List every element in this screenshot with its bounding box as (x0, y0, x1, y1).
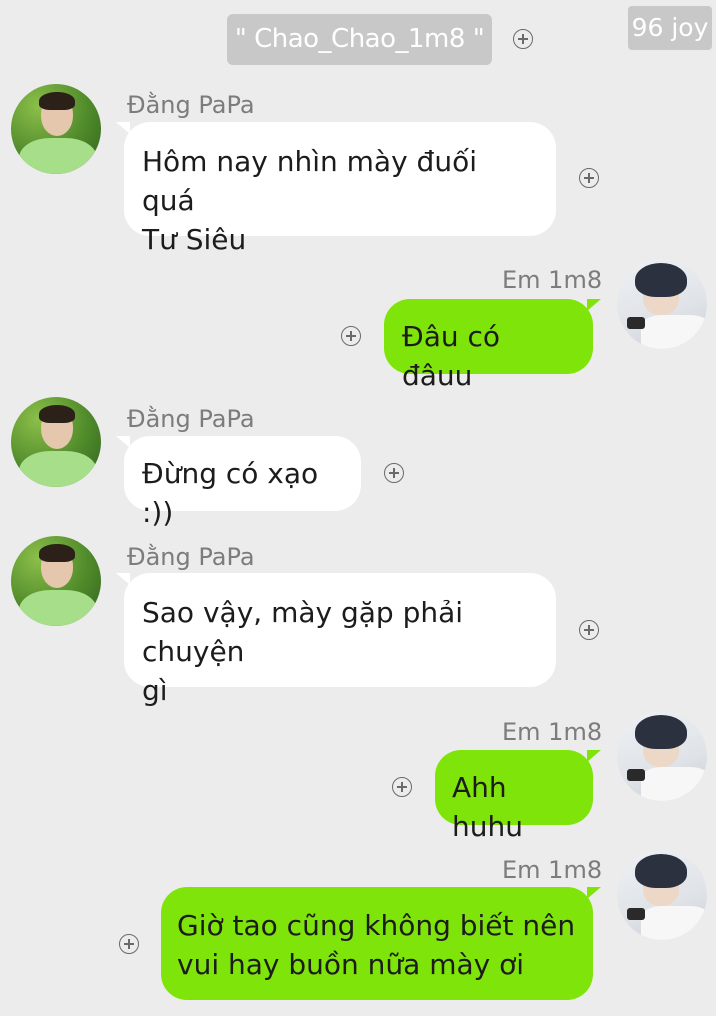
avatar[interactable] (617, 711, 707, 801)
message-line: Đừng có xạo :)) (142, 457, 319, 529)
sender-name: Đằng PaPa (127, 91, 255, 119)
message-line: gì (142, 674, 168, 707)
message-bubble[interactable]: Sao vậy, mày gặp phải chuyện gì (116, 573, 556, 707)
sender-name: Đằng PaPa (127, 405, 255, 433)
plus-circle-icon[interactable] (513, 29, 533, 49)
avatar[interactable] (11, 397, 101, 487)
avatar[interactable] (11, 536, 101, 626)
avatar[interactable] (617, 259, 707, 349)
sender-name: Em 1m8 (502, 266, 603, 294)
plus-circle-icon[interactable] (392, 777, 412, 797)
message-line: Sao vậy, mày gặp phải chuyện (142, 596, 464, 668)
message-line: Ahh huhu (452, 771, 523, 843)
message-bubble[interactable]: Ahh huhu (435, 750, 601, 843)
plus-circle-icon[interactable] (119, 934, 139, 954)
plus-circle-icon[interactable] (579, 168, 599, 188)
message-line: Đâu có đâuu (402, 320, 501, 392)
sender-name: Em 1m8 (502, 718, 603, 746)
plus-circle-icon[interactable] (579, 620, 599, 640)
chat-title-pill[interactable]: " Chao_Chao_1m8 " (227, 14, 492, 65)
avatar[interactable] (11, 84, 101, 174)
sender-name: Em 1m8 (502, 856, 603, 884)
avatar[interactable] (617, 850, 707, 940)
plus-circle-icon[interactable] (341, 326, 361, 346)
chat-title: " Chao_Chao_1m8 " (234, 24, 485, 54)
message-bubble[interactable]: Giờ tao cũng không biết nên vui hay buồn… (161, 887, 601, 1000)
message-bubble[interactable]: Đừng có xạo :)) (116, 436, 361, 529)
plus-circle-icon[interactable] (384, 463, 404, 483)
message-line: vui hay buồn nữa mày ơi (177, 948, 525, 981)
message-line: Giờ tao cũng không biết nên (177, 909, 576, 942)
sender-name: Đằng PaPa (127, 543, 255, 571)
message-bubble[interactable]: Hôm nay nhìn mày đuối quá Tư Siêu (116, 122, 556, 256)
message-line: Hôm nay nhìn mày đuối quá (142, 145, 477, 217)
message-line: Tư Siêu (142, 223, 247, 256)
message-bubble[interactable]: Đâu có đâuu (384, 299, 601, 392)
watermark: 96 joy (628, 6, 712, 50)
